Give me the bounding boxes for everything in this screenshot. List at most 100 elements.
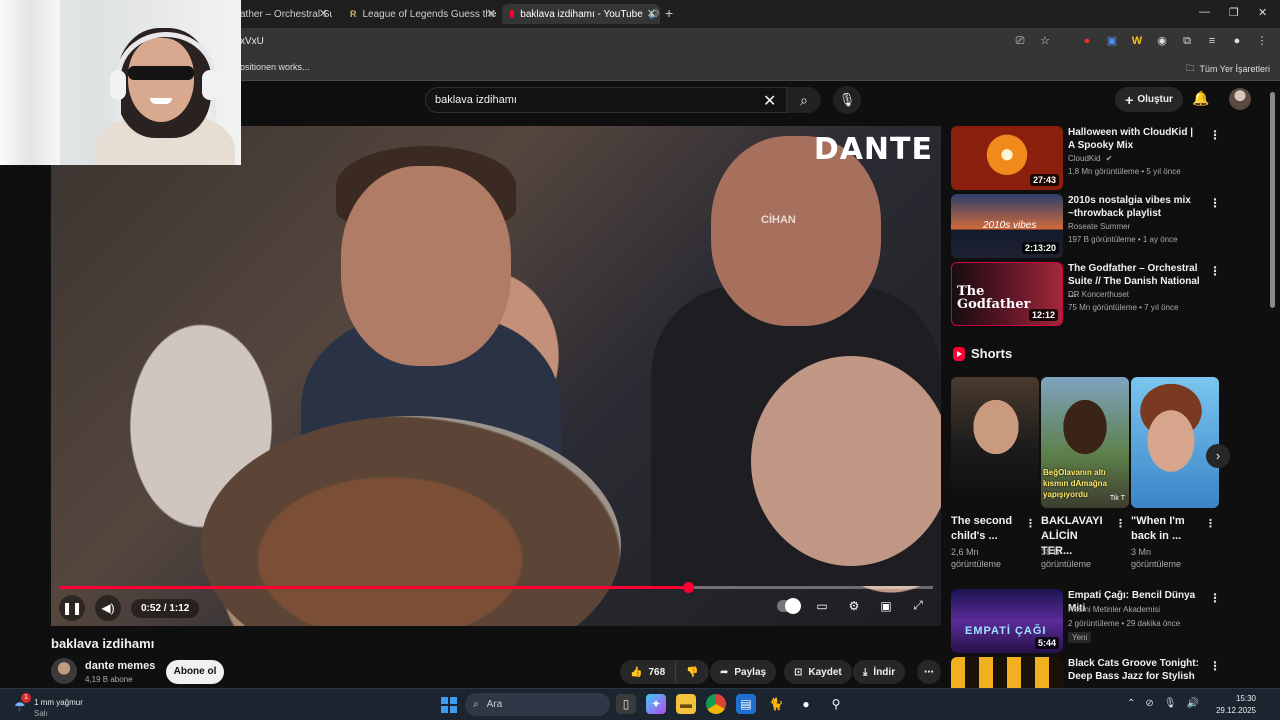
mute-button[interactable]: ◀)	[95, 595, 121, 621]
copilot-icon[interactable]: ✦	[646, 694, 666, 714]
extension-w-icon[interactable]: W	[1129, 33, 1145, 49]
page-scrollbar[interactable]	[1270, 92, 1275, 308]
create-button[interactable]: + Oluştur	[1115, 87, 1183, 112]
short-thumbnail[interactable]: BeğOlavanın altı kısmın dAmağna yapışıyo…	[1041, 377, 1129, 508]
recommended-video[interactable]: 27:43 Halloween with CloudKid | A Spooky…	[951, 126, 1221, 190]
voice-search-button[interactable]: 🎙	[833, 86, 861, 114]
menu-dots-icon[interactable]: ⋮	[1254, 33, 1270, 49]
extension-circle-icon[interactable]: ◉	[1154, 33, 1170, 49]
thumbnail-text: 2010s vibes	[983, 220, 1037, 231]
more-options-icon[interactable]: ⋮	[1209, 659, 1221, 673]
search-box[interactable]: baklava izdihamı ✕	[425, 87, 787, 113]
url-field[interactable]: xVxU	[240, 36, 264, 47]
windows-start-button[interactable]	[441, 697, 457, 713]
video-thumbnail[interactable]: 2010s vibes 2:13:20	[951, 194, 1063, 258]
minimize-icon[interactable]: —	[1199, 6, 1210, 18]
profile-icon[interactable]: ●	[1229, 33, 1245, 49]
download-button[interactable]: ⤓ İndir	[853, 660, 906, 684]
all-bookmarks-button[interactable]: 🗀 Tüm Yer İşaretleri	[1185, 61, 1270, 77]
task-view-icon[interactable]: ▯	[616, 694, 636, 714]
system-clock[interactable]: 15:30 29.12.2025	[1216, 693, 1256, 717]
video-thumbnail[interactable]: The Godfather 12:12	[951, 262, 1063, 326]
browser-tab-godfather[interactable]: ather – Orchestral Sui ✕	[240, 4, 332, 24]
taskbar-search[interactable]: ⌕ Ara	[465, 693, 610, 716]
notifications-bell-icon[interactable]: 🔔	[1192, 90, 1209, 107]
short-thumbnail[interactable]	[1131, 377, 1219, 508]
more-options-icon[interactable]: ⋮	[1205, 517, 1216, 530]
thumbs-up-icon: 👍	[630, 666, 643, 678]
progress-scrubber[interactable]	[683, 582, 695, 593]
short-title[interactable]: "When I'm back in ...	[1131, 514, 1201, 544]
recommended-video[interactable]: EMPATİ ÇAĞI 5:44 Empati Çağı: Bencil Dün…	[951, 589, 1221, 653]
cat-app-icon[interactable]: 🐈	[766, 694, 786, 714]
search-input[interactable]: baklava izdihamı	[435, 94, 517, 106]
video-player[interactable]: DANTE CİHAN ❚❚ ◀) 0:52 / 1:12 ▭ ⚙ ▣ ⤢	[51, 126, 941, 626]
short-item[interactable]: The second child's ... 2,6 Mn görüntülem…	[951, 377, 1039, 569]
extension-red-icon[interactable]: ●	[1079, 33, 1095, 49]
recommended-title[interactable]: 2010s nostalgia vibes mix ~throwback pla…	[1068, 194, 1200, 220]
chrome-icon[interactable]	[706, 694, 726, 714]
media-control-icon[interactable]: ≡	[1204, 33, 1220, 49]
cast-icon[interactable]: ⎚	[1012, 33, 1028, 49]
video-thumbnail[interactable]: EMPATİ ÇAĞI 5:44	[951, 589, 1063, 653]
location-pin-icon[interactable]: ⚲	[826, 694, 846, 714]
extension-blue-icon[interactable]: ▣	[1104, 33, 1120, 49]
short-title[interactable]: The second child's ...	[951, 514, 1021, 544]
obs-icon[interactable]: ●	[796, 694, 816, 714]
mic-tray-icon[interactable]: 🎙	[1164, 698, 1177, 709]
chevron-up-icon[interactable]: ⌃	[1127, 698, 1135, 709]
short-thumbnail[interactable]	[951, 377, 1039, 508]
search-button[interactable]: ⌕	[787, 87, 821, 113]
recommended-video[interactable]: The Godfather 12:12 The Godfather – Orch…	[951, 262, 1221, 326]
channel-name[interactable]: dante memes	[85, 660, 155, 672]
bookmark-item[interactable]: ositionen works...	[240, 62, 310, 72]
subtitles-icon[interactable]: ▭	[813, 599, 831, 613]
more-options-icon[interactable]: ⋮	[1115, 517, 1126, 530]
restore-icon[interactable]: ❐	[1229, 6, 1239, 19]
thumbnail-text: The Godfather	[957, 284, 1031, 312]
video-thumbnail[interactable]	[951, 657, 1063, 688]
settings-gear-icon[interactable]: ⚙	[845, 599, 863, 613]
shorts-next-button[interactable]: ›	[1206, 444, 1230, 468]
close-window-icon[interactable]: ✕	[1258, 6, 1267, 19]
more-options-icon[interactable]: ⋮	[1209, 264, 1221, 278]
file-explorer-icon[interactable]: ▬	[676, 694, 696, 714]
new-tab-button[interactable]: +	[665, 5, 673, 21]
browser-tab-league[interactable]: R League of Legends Guess the R ✕	[340, 4, 500, 24]
recommended-video[interactable]: 2010s vibes 2:13:20 2010s nostalgia vibe…	[951, 194, 1221, 258]
close-tab-icon[interactable]: ✕	[319, 7, 328, 20]
theater-mode-icon[interactable]: ▣	[877, 599, 895, 613]
recommended-video[interactable]: Black Cats Groove Tonight: Deep Bass Jaz…	[951, 657, 1221, 688]
more-options-icon[interactable]: ⋮	[1209, 591, 1221, 605]
bookmark-star-icon[interactable]: ☆	[1037, 33, 1053, 49]
recommended-title[interactable]: Halloween with CloudKid | A Spooky Mix	[1068, 126, 1200, 152]
more-options-icon[interactable]: ⋮	[1209, 196, 1221, 210]
network-icon[interactable]: ⊘	[1145, 698, 1153, 709]
channel-avatar[interactable]	[51, 658, 77, 684]
fullscreen-icon[interactable]: ⤢	[909, 598, 927, 613]
store-icon[interactable]: ▤	[736, 694, 756, 714]
video-thumbnail[interactable]: 27:43	[951, 126, 1063, 190]
more-options-icon[interactable]: ⋮	[1025, 517, 1036, 530]
account-avatar[interactable]	[1229, 88, 1251, 110]
like-button[interactable]: 👍 768	[620, 660, 675, 684]
more-actions-button[interactable]: ⋯	[917, 660, 941, 684]
autoplay-toggle[interactable]	[777, 597, 801, 614]
recommended-title[interactable]: Black Cats Groove Tonight: Deep Bass Jaz…	[1068, 657, 1200, 688]
progress-bar[interactable]	[59, 582, 933, 593]
dislike-button[interactable]: 👎	[675, 660, 708, 684]
browser-tab-youtube-active[interactable]: baklava izdihamı - YouTube 🔊 ✕	[502, 4, 660, 24]
subscribe-button[interactable]: Abone ol	[166, 660, 224, 684]
short-item[interactable]: BeğOlavanın altı kısmın dAmağna yapışıyo…	[1041, 377, 1129, 569]
clear-search-icon[interactable]: ✕	[763, 91, 776, 111]
more-options-icon[interactable]: ⋮	[1209, 128, 1221, 142]
share-button[interactable]: ➦ Paylaş	[710, 660, 777, 684]
speaker-tray-icon[interactable]: 🔊	[1186, 698, 1198, 709]
pause-button[interactable]: ❚❚	[59, 595, 85, 621]
extensions-puzzle-icon[interactable]: ⧉	[1179, 33, 1195, 49]
save-button[interactable]: ⊡ Kaydet	[784, 660, 852, 684]
headset-earcup	[202, 70, 218, 100]
close-tab-icon[interactable]: ✕	[647, 7, 656, 20]
close-tab-icon[interactable]: ✕	[487, 7, 496, 20]
short-item[interactable]: "When I'm back in ... 3 Mn görüntüleme ⋮	[1131, 377, 1219, 569]
